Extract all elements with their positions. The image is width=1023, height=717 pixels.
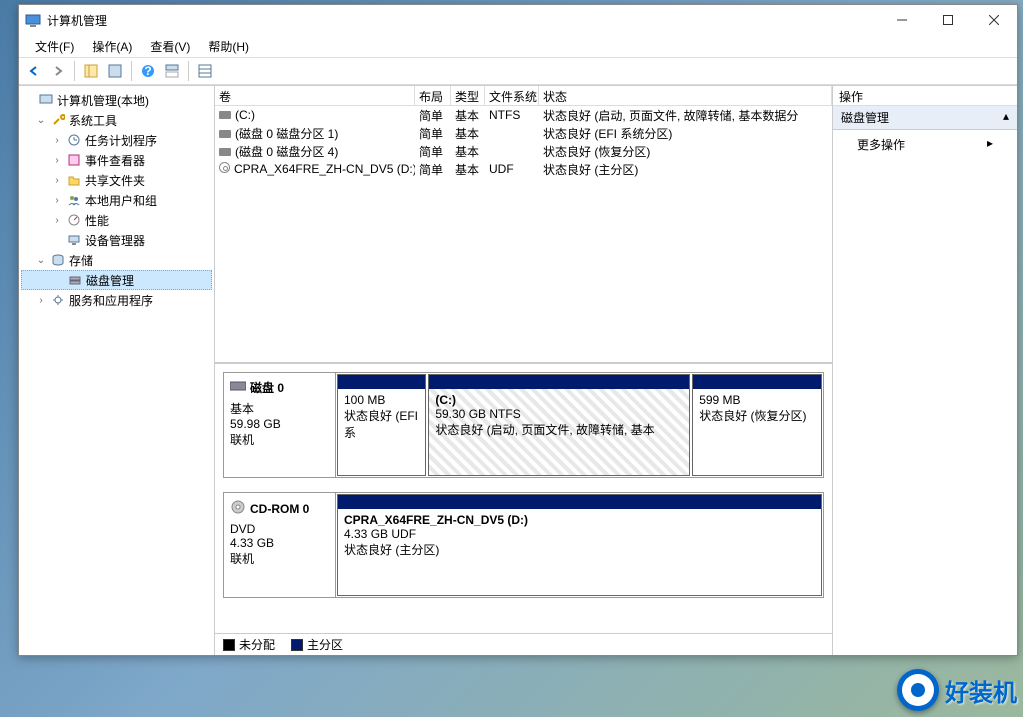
collapse-icon[interactable]: ▴ [1003,109,1009,126]
col-layout[interactable]: 布局 [415,86,451,105]
volume-row[interactable]: (磁盘 0 磁盘分区 4)简单基本状态良好 (恢复分区) [215,142,832,160]
legend: 未分配 主分区 [215,633,832,655]
maximize-button[interactable] [925,5,971,35]
tree-shared-folders[interactable]: ›共享文件夹 [21,170,212,190]
title-text: 计算机管理 [47,12,879,29]
forward-button[interactable] [47,60,69,82]
volume-header-row: 卷 布局 类型 文件系统 状态 [215,86,832,106]
disk-map: 磁盘 0 基本 59.98 GB 联机 100 MB状态良好 (EFI 系(C:… [215,364,832,633]
menu-help[interactable]: 帮助(H) [200,36,257,57]
computer-management-window: 计算机管理 文件(F) 操作(A) 查看(V) 帮助(H) ? 计算机管理(本地… [18,4,1018,656]
cdrom-0-row[interactable]: CD-ROM 0 DVD 4.33 GB 联机 CPRA_X64FRE_ZH-C… [223,492,824,598]
cdrom-0-info: CD-ROM 0 DVD 4.33 GB 联机 [224,493,336,597]
tree-panel[interactable]: 计算机管理(本地) ⌄系统工具 ›任务计划程序 ›事件查看器 ›共享文件夹 ›本… [19,86,215,655]
view-top-button[interactable] [161,60,183,82]
tree-task-scheduler[interactable]: ›任务计划程序 [21,130,212,150]
tree-root[interactable]: 计算机管理(本地) [21,90,212,110]
expand-icon[interactable]: › [51,195,63,206]
disk-0-partitions: 100 MB状态良好 (EFI 系(C:)59.30 GB NTFS状态良好 (… [336,373,823,477]
titlebar: 计算机管理 [19,5,1017,35]
show-tree-button[interactable] [80,60,102,82]
expand-icon[interactable]: › [51,175,63,186]
disk-0-info: 磁盘 0 基本 59.98 GB 联机 [224,373,336,477]
tree-storage[interactable]: ⌄存储 [21,250,212,270]
actions-section[interactable]: 磁盘管理▴ [833,106,1017,130]
col-fs[interactable]: 文件系统 [485,86,539,105]
expand-icon[interactable]: › [35,295,47,306]
actions-header: 操作 [833,86,1017,106]
menu-view[interactable]: 查看(V) [142,36,198,57]
view-list-button[interactable] [194,60,216,82]
folder-icon [66,172,82,188]
actions-panel: 操作 磁盘管理▴ 更多操作▸ [833,86,1017,655]
minimize-button[interactable] [879,5,925,35]
col-status[interactable]: 状态 [539,86,832,105]
volume-row[interactable]: (C:)简单基本NTFS状态良好 (启动, 页面文件, 故障转储, 基本数据分 [215,106,832,124]
cd-icon [230,499,246,518]
menu-file[interactable]: 文件(F) [27,36,82,57]
tree-disk-management[interactable]: 磁盘管理 [21,270,212,290]
disk-icon [230,380,246,395]
middle-panel: 卷 布局 类型 文件系统 状态 (C:)简单基本NTFS状态良好 (启动, 页面… [215,86,833,655]
col-volume[interactable]: 卷 [215,86,415,105]
expand-icon[interactable]: › [51,215,63,226]
expand-icon[interactable]: › [51,135,63,146]
volume-list: 卷 布局 类型 文件系统 状态 (C:)简单基本NTFS状态良好 (启动, 页面… [215,86,832,364]
actions-more[interactable]: 更多操作▸ [833,130,1017,159]
volume-row[interactable]: CPRA_X64FRE_ZH-CN_DV5 (D:)简单基本UDF状态良好 (主… [215,160,832,178]
legend-primary: 主分区 [291,636,343,653]
clock-icon [66,132,82,148]
perf-icon [66,212,82,228]
help-button[interactable]: ? [137,60,159,82]
app-icon [25,12,41,28]
tree-services-apps[interactable]: ›服务和应用程序 [21,290,212,310]
tree-system-tools[interactable]: ⌄系统工具 [21,110,212,130]
toolbar: ? [19,57,1017,85]
menubar: 文件(F) 操作(A) 查看(V) 帮助(H) [19,35,1017,57]
window-controls [879,5,1017,35]
event-icon [66,152,82,168]
chevron-right-icon: ▸ [987,136,993,153]
svg-text:?: ? [144,64,151,78]
properties-button[interactable] [104,60,126,82]
disk-partition[interactable]: (C:)59.30 GB NTFS状态良好 (启动, 页面文件, 故障转储, 基… [428,374,690,476]
users-icon [66,192,82,208]
services-icon [50,292,66,308]
disk-icon [67,272,83,288]
tools-icon [50,112,66,128]
watermark: 好装机 [897,669,1017,711]
cdrom-partitions: CPRA_X64FRE_ZH-CN_DV5 (D:) 4.33 GB UDF 状… [336,493,823,597]
expand-icon[interactable]: › [51,155,63,166]
device-icon [66,232,82,248]
collapse-icon[interactable]: ⌄ [35,115,47,126]
watermark-logo-icon [897,669,939,711]
disk-partition[interactable]: 599 MB状态良好 (恢复分区) [692,374,822,476]
col-type[interactable]: 类型 [451,86,485,105]
content-area: 计算机管理(本地) ⌄系统工具 ›任务计划程序 ›事件查看器 ›共享文件夹 ›本… [19,85,1017,655]
disk-partition[interactable]: 100 MB状态良好 (EFI 系 [337,374,426,476]
disk-0-row[interactable]: 磁盘 0 基本 59.98 GB 联机 100 MB状态良好 (EFI 系(C:… [223,372,824,478]
back-button[interactable] [23,60,45,82]
collapse-icon[interactable]: ⌄ [35,255,47,266]
computer-icon [38,92,54,108]
storage-icon [50,252,66,268]
legend-unallocated: 未分配 [223,636,275,653]
cdrom-partition[interactable]: CPRA_X64FRE_ZH-CN_DV5 (D:) 4.33 GB UDF 状… [337,494,822,596]
tree-local-users[interactable]: ›本地用户和组 [21,190,212,210]
tree-performance[interactable]: ›性能 [21,210,212,230]
close-button[interactable] [971,5,1017,35]
tree-event-viewer[interactable]: ›事件查看器 [21,150,212,170]
volume-row[interactable]: (磁盘 0 磁盘分区 1)简单基本状态良好 (EFI 系统分区) [215,124,832,142]
tree-device-manager[interactable]: 设备管理器 [21,230,212,250]
menu-action[interactable]: 操作(A) [84,36,140,57]
